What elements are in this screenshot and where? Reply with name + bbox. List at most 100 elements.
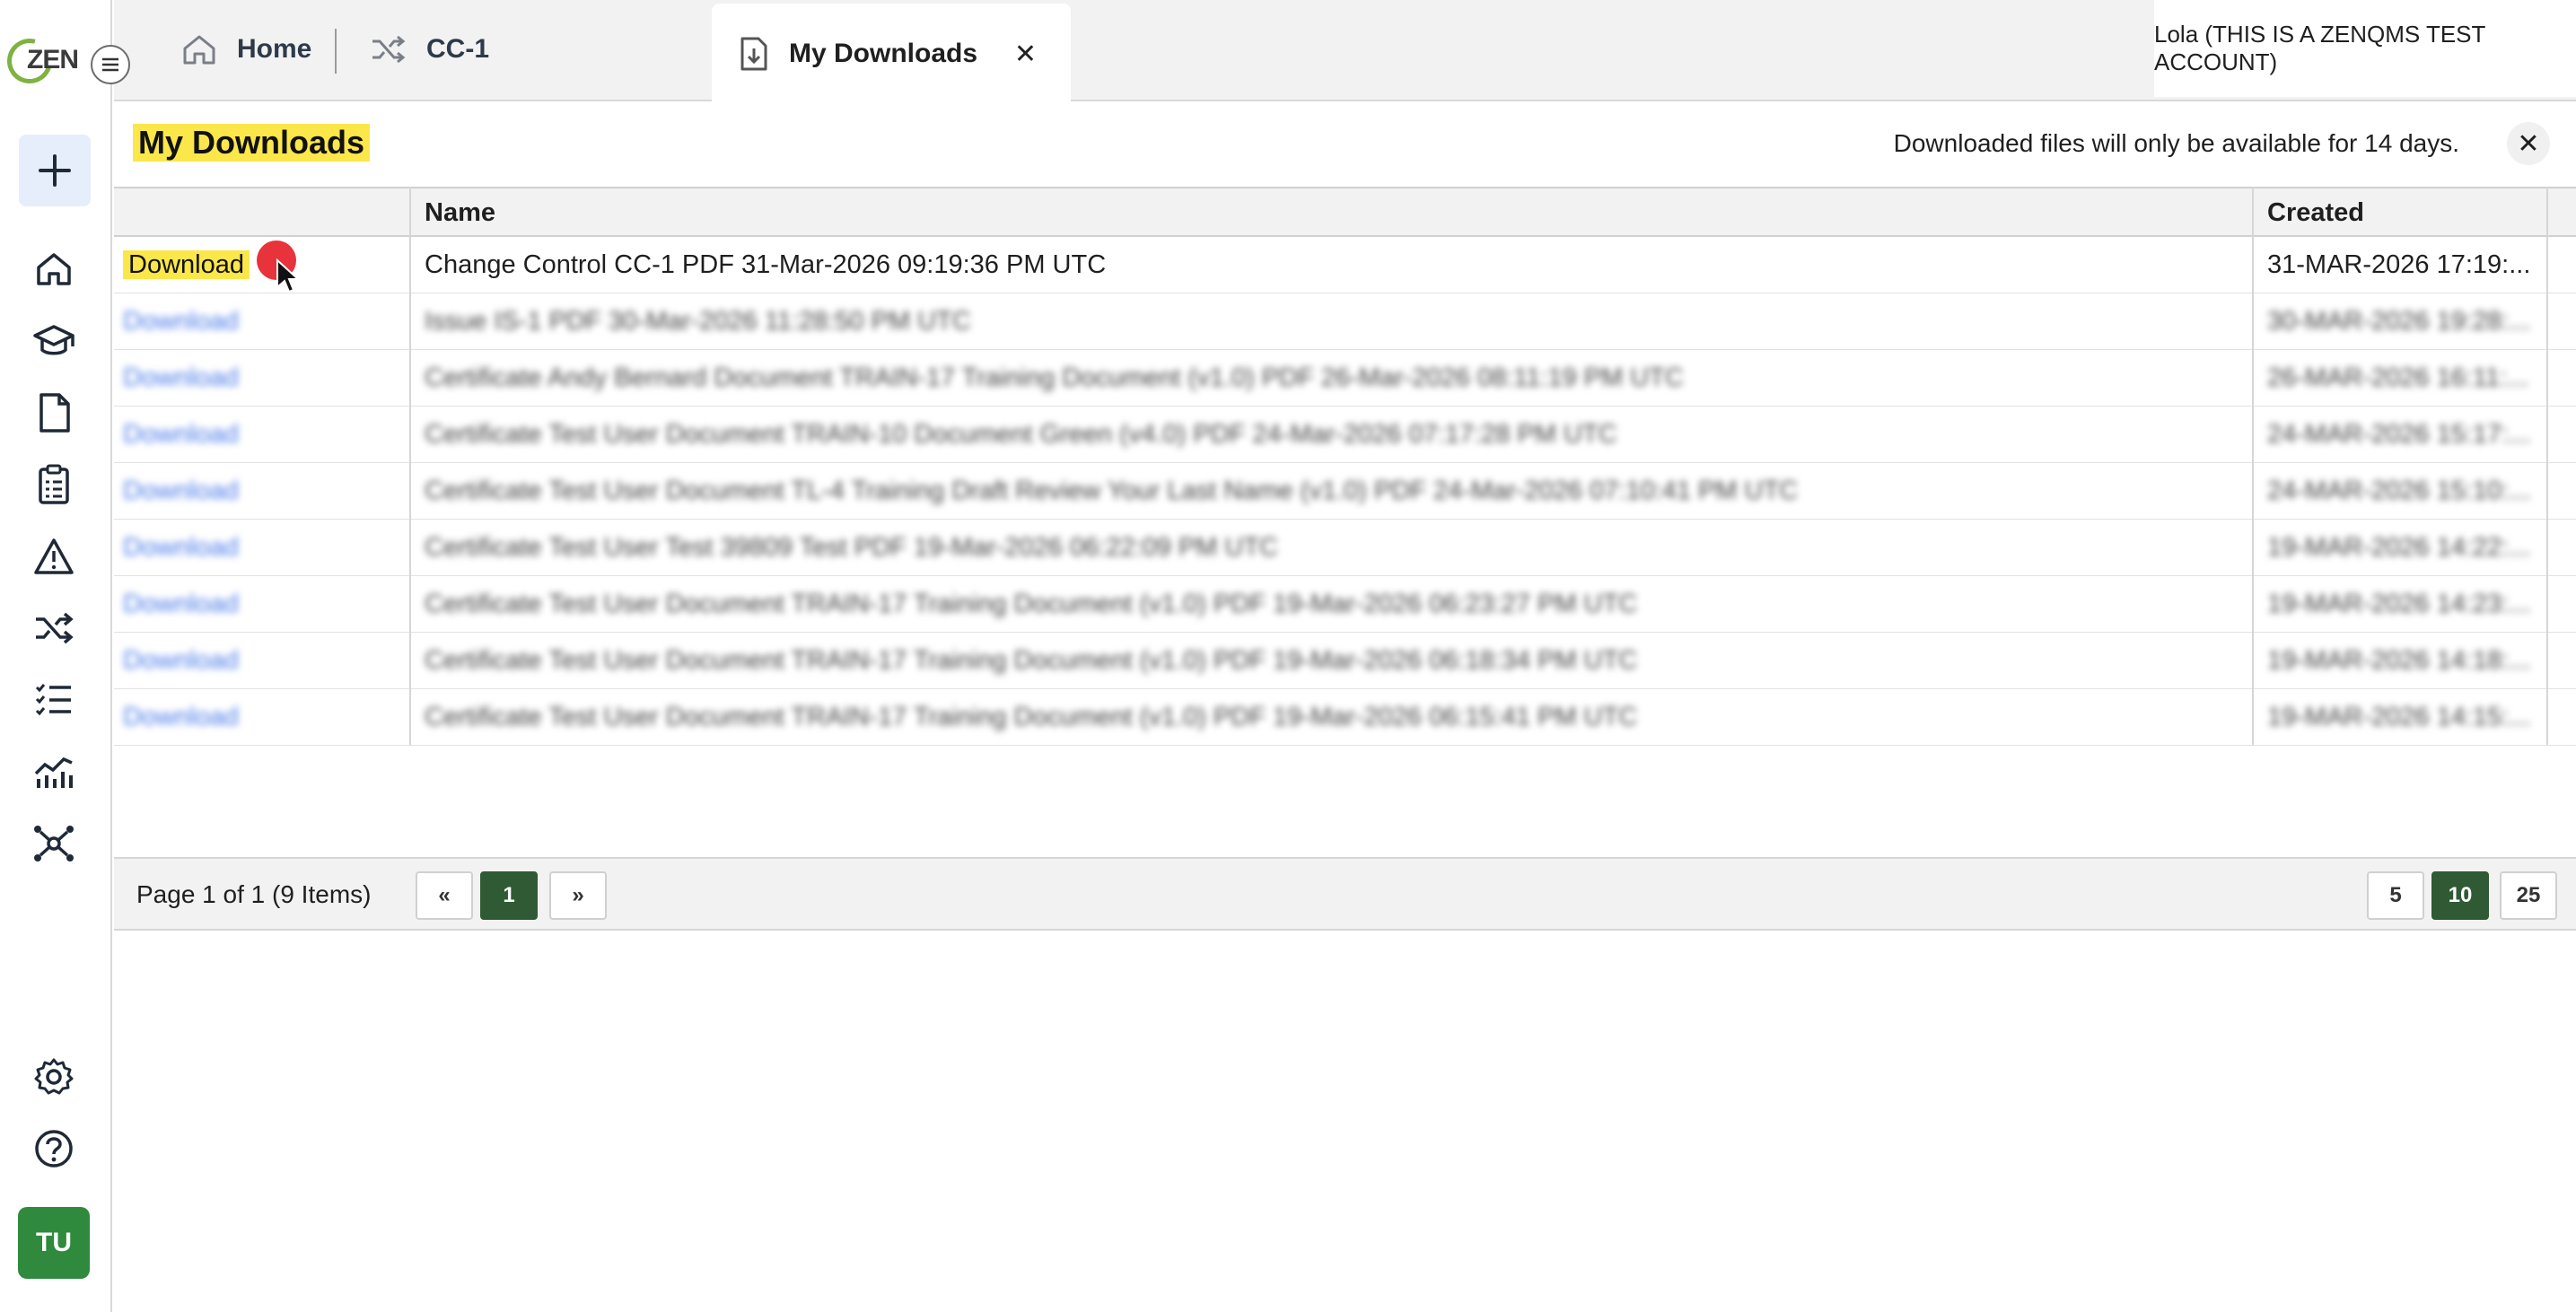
file-name-cell: Certificate Test User Document TRAIN-17 … [425,703,1638,731]
download-link-cell: Download [114,633,410,688]
nav-home[interactable] [27,242,81,296]
table-row: Download Certificate Test User Document T… [114,463,2576,520]
download-link-cell: Download [114,689,410,745]
table-row: Download Certificate Test User Document T… [114,689,2576,746]
column-divider [2546,187,2548,745]
table-row: Download Issue IS-1 PDF 30-Mar-2026 11:28… [114,293,2576,350]
logo-text: ZEN [27,45,79,74]
nav-documents[interactable] [27,386,81,440]
chart-icon [34,757,73,788]
close-tab-icon[interactable]: ✕ [1014,39,1037,70]
hamburger-icon [102,57,118,72]
table-row: Download Change Control CC-1 PDF 31-Mar-2… [114,237,2576,293]
shuffle-icon [36,612,74,644]
home-icon [37,253,71,285]
nav-change-control[interactable] [27,601,81,655]
tab-label: Home [237,34,312,64]
pagination-bar: Page 1 of 1 (9 Items) « 1 » 5 10 25 [114,857,2576,931]
list-icon [35,684,71,716]
left-nav-rail: ZEN TU [0,0,112,1312]
page-1-button[interactable]: 1 [480,871,538,920]
tab-label: My Downloads [789,39,978,68]
zen-logo[interactable]: ZEN [0,30,79,92]
created-date-cell: 31-MAR-2026 17:19:... [2267,250,2531,279]
document-icon [39,393,70,433]
account-name[interactable]: Lola (THIS IS A ZENQMS TEST ACCOUNT) [2154,0,2576,97]
nav-training[interactable] [27,314,81,368]
clipboard-icon [39,464,69,504]
nav-checklist[interactable] [27,458,81,512]
tab-cc-1[interactable]: CC-1 [371,0,489,99]
retention-notice: Downloaded files will only be available … [1893,129,2459,157]
downloads-table: Name Created Download Change Control CC-1… [114,187,2576,746]
download-link[interactable]: Download [123,420,239,449]
table-body: Download Change Control CC-1 PDF 31-Mar-2… [114,237,2576,746]
created-date-cell: 30-MAR-2026 19:28:... [2267,307,2531,336]
nav-network[interactable] [27,817,81,870]
table-row: Download Certificate Test User Test 39809… [114,520,2576,576]
page-size-25[interactable]: 25 [2500,871,2557,920]
column-header-name[interactable]: Name [410,188,2367,237]
download-link[interactable]: Download [123,646,239,675]
table-row: Download Certificate Andy Bernard Documen… [114,350,2576,407]
download-link-cell: Download [114,407,410,462]
nav-reports[interactable] [27,745,81,799]
download-link-cell: Download [114,576,410,632]
download-link-cell: Download [114,293,410,349]
created-date-cell: 19-MAR-2026 14:23:... [2267,590,2531,618]
nav-help[interactable] [27,1122,81,1176]
page-size-5[interactable]: 5 [2367,871,2424,920]
graduation-cap-icon [33,325,74,355]
page-size-10[interactable]: 10 [2431,871,2489,920]
nav-tasks[interactable] [27,673,81,727]
download-link[interactable]: Download [123,307,239,336]
created-date-cell: 19-MAR-2026 14:15:... [2267,703,2531,731]
prev-page-button[interactable]: « [416,871,473,920]
table-row: Download Certificate Test User Document T… [114,407,2576,463]
page-title: My Downloads [133,124,371,162]
download-link[interactable]: Download [123,250,250,279]
page-info: Page 1 of 1 (9 Items) [136,880,372,908]
nav-settings[interactable] [27,1050,81,1104]
file-name-cell: Change Control CC-1 PDF 31-Mar-2026 09:1… [425,250,1107,279]
file-name-cell: Certificate Test User Test 39809 Test PD… [425,533,1278,562]
home-icon [181,32,217,66]
create-new-button[interactable] [19,135,91,206]
download-link[interactable]: Download [123,533,239,562]
tab-label: CC-1 [426,34,490,64]
next-page-button[interactable]: » [549,871,607,920]
mouse-cursor-icon [276,258,301,293]
plus-icon [39,154,71,187]
tab-bar: Home CC-1 My Downloads ✕ Lola (THIS IS A… [114,0,2576,104]
created-date-cell: 24-MAR-2026 15:17:... [2267,420,2531,449]
gear-icon [34,1058,74,1095]
column-header-created[interactable]: Created [2253,188,2549,237]
download-link[interactable]: Download [123,590,239,618]
file-name-cell: Certificate Test User Document TRAIN-17 … [425,590,1638,618]
warning-icon [34,538,74,574]
close-icon[interactable]: ✕ [2507,122,2550,165]
file-download-icon [739,36,769,72]
download-link[interactable]: Download [123,703,239,731]
tab-home[interactable]: Home [181,0,311,99]
column-divider [409,187,411,745]
download-link-cell: Download [114,520,410,575]
table-row: Download Certificate Test User Document T… [114,576,2576,633]
created-date-cell: 26-MAR-2026 16:11:... [2267,363,2529,392]
download-link-cell: Download [114,350,410,406]
column-header-action [114,188,410,237]
help-icon [35,1130,73,1168]
tab-my-downloads[interactable]: My Downloads ✕ [712,4,1071,104]
file-name-cell: Certificate Andy Bernard Document TRAIN-… [425,363,1684,392]
file-name-cell: Certificate Test User Document TRAIN-17 … [425,646,1638,675]
created-date-cell: 19-MAR-2026 14:18:... [2267,646,2531,675]
table-row: Download Certificate Test User Document T… [114,633,2576,689]
download-link[interactable]: Download [123,477,239,505]
user-avatar[interactable]: TU [18,1207,90,1279]
nav-issues[interactable] [27,529,81,583]
tab-divider [335,29,337,74]
download-link-cell: Download [114,463,410,519]
download-link[interactable]: Download [123,363,239,392]
file-name-cell: Certificate Test User Document TRAIN-10 … [425,420,1617,449]
menu-toggle-button[interactable] [91,45,130,84]
